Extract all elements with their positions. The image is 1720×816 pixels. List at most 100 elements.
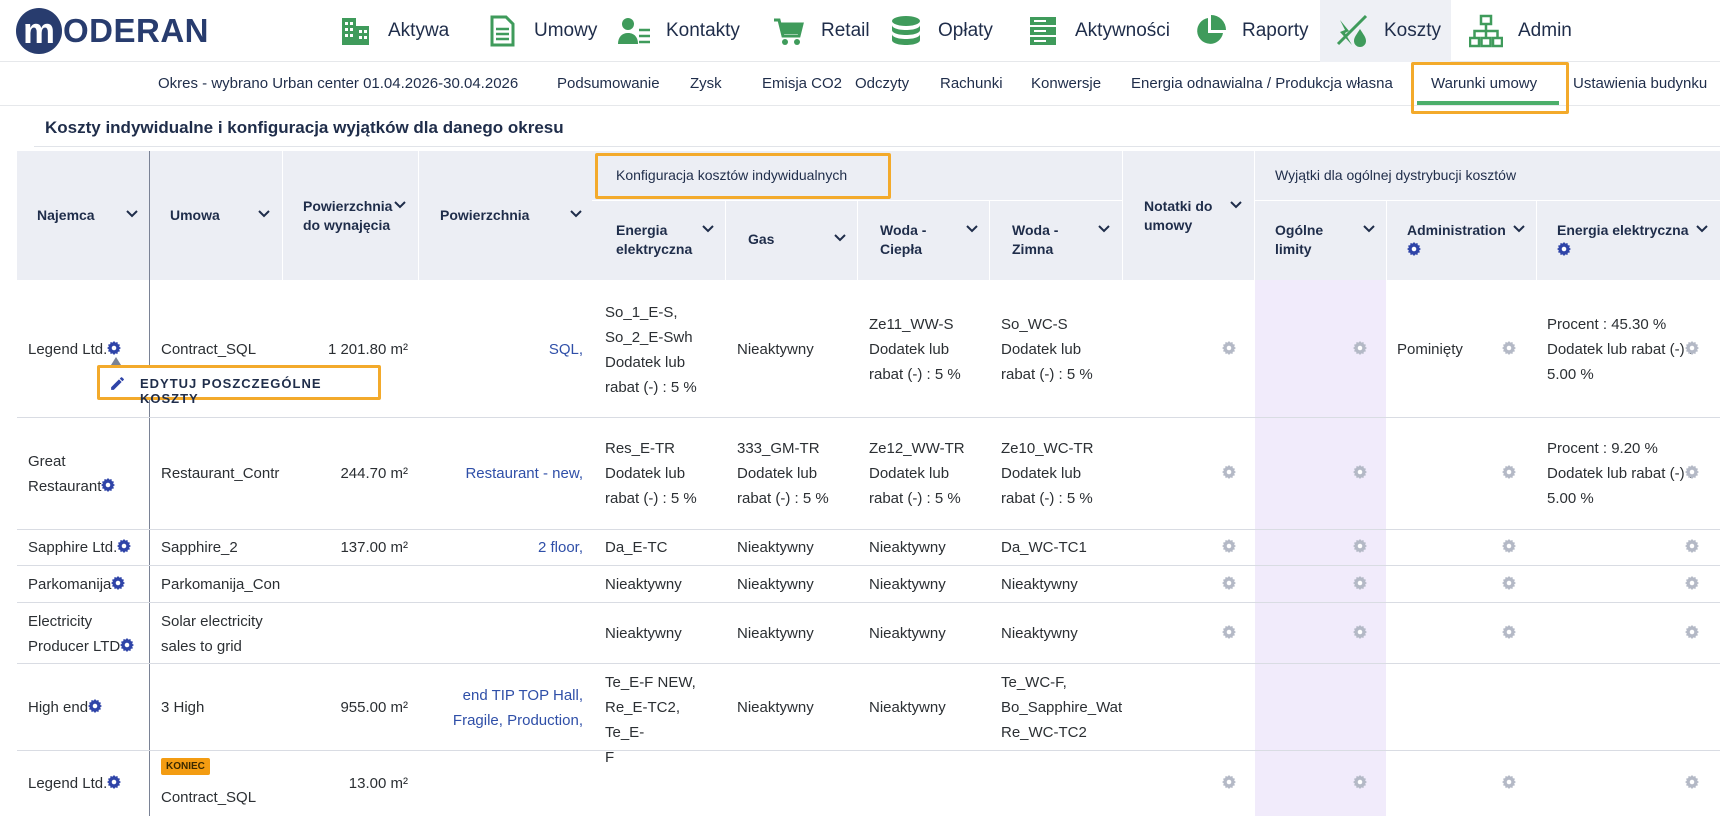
settings-gear-icon[interactable] bbox=[1502, 625, 1516, 639]
gear-icon[interactable] bbox=[107, 341, 122, 355]
gear-icon[interactable] bbox=[101, 478, 116, 492]
tenant-name[interactable]: High end bbox=[28, 699, 88, 716]
tenant-name[interactable]: Great bbox=[28, 449, 115, 474]
settings-gear-icon[interactable] bbox=[1222, 775, 1236, 789]
nav-retail[interactable]: Retail bbox=[755, 0, 886, 62]
tenant-name[interactable]: Electricity bbox=[28, 609, 134, 634]
subnav-ustawienia-budynku[interactable]: Ustawienia budynku bbox=[1573, 75, 1707, 92]
settings-gear-icon[interactable] bbox=[1502, 775, 1516, 789]
nav-aktywnosci[interactable]: Aktywności bbox=[1009, 0, 1186, 62]
settings-gear-icon[interactable] bbox=[1685, 465, 1699, 479]
subnav-rachunki[interactable]: Rachunki bbox=[940, 75, 1003, 92]
tenant-name[interactable]: Legend Ltd. bbox=[28, 341, 107, 358]
contract-name[interactable]: Contract_SQL bbox=[161, 785, 256, 810]
col-header-ogolne-limity[interactable]: Ogólne limity bbox=[1275, 221, 1345, 259]
chevron-down-icon[interactable] bbox=[570, 210, 582, 219]
col-header-powierzchnia[interactable]: Powierzchnia bbox=[440, 206, 529, 225]
settings-gear-icon[interactable] bbox=[1502, 576, 1516, 590]
settings-gear-icon[interactable] bbox=[1685, 625, 1699, 639]
tenant-name[interactable]: Restaurant bbox=[28, 478, 101, 495]
contract-name[interactable]: Parkomanija_Con bbox=[161, 572, 281, 597]
settings-gear-icon[interactable] bbox=[1353, 775, 1367, 789]
period-selector[interactable]: Okres - wybrano Urban center 01.04.2026-… bbox=[158, 75, 518, 92]
chevron-down-icon[interactable] bbox=[394, 201, 406, 210]
settings-gear-icon[interactable] bbox=[1222, 539, 1236, 553]
subnav-podsumowanie[interactable]: Podsumowanie bbox=[557, 75, 660, 92]
col-header-najemca[interactable]: Najemca bbox=[37, 206, 95, 225]
chevron-down-icon[interactable] bbox=[126, 210, 138, 219]
subnav-konwersje[interactable]: Konwersje bbox=[1031, 75, 1101, 92]
settings-gear-icon[interactable] bbox=[1502, 539, 1516, 553]
contract-name[interactable]: Contract_SQL bbox=[161, 337, 256, 362]
nav-aktywa[interactable]: Aktywa bbox=[322, 0, 465, 62]
area-link[interactable]: end TIP TOP Hall, Fragile, Production, bbox=[426, 683, 583, 733]
settings-gear-icon[interactable] bbox=[1353, 625, 1367, 639]
col-header-umowa[interactable]: Umowa bbox=[170, 206, 220, 225]
nav-kontakty[interactable]: Kontakty bbox=[600, 0, 756, 62]
settings-gear-icon[interactable] bbox=[1222, 341, 1236, 355]
nav-oplaty[interactable]: Opłaty bbox=[872, 0, 1009, 62]
settings-gear-icon[interactable] bbox=[1353, 539, 1367, 553]
col-header-notatki[interactable]: Notatki do umowy bbox=[1144, 197, 1234, 235]
gear-icon[interactable] bbox=[1407, 242, 1421, 256]
settings-gear-icon[interactable] bbox=[1685, 576, 1699, 590]
gear-icon[interactable] bbox=[111, 576, 126, 590]
col-header-ex-energia-elektryczna[interactable]: Energia elektryczna bbox=[1557, 221, 1689, 240]
administration-exception: Pominięty bbox=[1397, 341, 1463, 358]
subnav-zysk[interactable]: Zysk bbox=[690, 75, 722, 92]
settings-gear-icon[interactable] bbox=[1502, 341, 1516, 355]
settings-gear-icon[interactable] bbox=[1353, 341, 1367, 355]
settings-gear-icon[interactable] bbox=[1353, 576, 1367, 590]
settings-gear-icon[interactable] bbox=[1222, 465, 1236, 479]
chevron-down-icon[interactable] bbox=[834, 234, 846, 243]
subnav-odczyty[interactable]: Odczyty bbox=[855, 75, 909, 92]
nav-admin[interactable]: Admin bbox=[1452, 0, 1588, 62]
chevron-down-icon[interactable] bbox=[702, 225, 714, 234]
gear-icon[interactable] bbox=[107, 775, 122, 789]
chevron-down-icon[interactable] bbox=[1513, 225, 1525, 234]
gear-icon[interactable] bbox=[120, 638, 135, 652]
area-link[interactable]: Restaurant - new, bbox=[426, 461, 583, 486]
chevron-down-icon[interactable] bbox=[258, 210, 270, 219]
settings-gear-icon[interactable] bbox=[1222, 576, 1236, 590]
area-link[interactable]: SQL, bbox=[426, 337, 583, 362]
chevron-down-icon[interactable] bbox=[1696, 225, 1708, 234]
col-header-woda-zimna[interactable]: Woda - Zimna bbox=[1012, 221, 1072, 259]
settings-gear-icon[interactable] bbox=[1353, 465, 1367, 479]
gear-icon[interactable] bbox=[117, 539, 132, 553]
tenant-name[interactable]: Parkomanija bbox=[28, 576, 111, 593]
chevron-down-icon[interactable] bbox=[1363, 225, 1375, 234]
area-link[interactable]: 2 floor, bbox=[426, 535, 583, 560]
tenant-name[interactable]: Producer LTD bbox=[28, 638, 120, 655]
tenant-name[interactable]: Sapphire Ltd. bbox=[28, 539, 117, 556]
gear-icon[interactable] bbox=[1557, 242, 1571, 256]
tenant-name[interactable]: Legend Ltd. bbox=[28, 775, 107, 792]
col-header-woda-ciepla[interactable]: Woda - Ciepła bbox=[880, 221, 940, 259]
nav-koszty[interactable]: Koszty bbox=[1320, 0, 1451, 62]
settings-gear-icon[interactable] bbox=[1685, 775, 1699, 789]
chevron-down-icon[interactable] bbox=[1098, 225, 1110, 234]
col-header-energia-elektryczna[interactable]: Energia elektryczna bbox=[616, 221, 701, 259]
contract-name[interactable]: Sapphire_2 bbox=[161, 535, 238, 560]
chevron-down-icon[interactable] bbox=[966, 225, 978, 234]
col-header-powierzchnia-do-wynajecia[interactable]: Powierzchnia do wynajęcia bbox=[303, 197, 399, 235]
col-header-gas[interactable]: Gas bbox=[748, 230, 774, 249]
contract-name[interactable]: Solar electricity sales to grid bbox=[161, 609, 263, 659]
gas-config: Nieaktywny bbox=[737, 539, 814, 556]
subnav-energia-odnawialna[interactable]: Energia odnawialna / Produkcja własna bbox=[1131, 75, 1393, 92]
contract-name[interactable]: Restaurant_Contr bbox=[161, 461, 281, 486]
nav-raporty[interactable]: Raporty bbox=[1176, 0, 1325, 62]
nav-umowy[interactable]: Umowy bbox=[468, 0, 613, 62]
settings-gear-icon[interactable] bbox=[1685, 539, 1699, 553]
electricity-config: Te_E-F NEW, Re_E-TC2, Te_E- F bbox=[605, 670, 723, 770]
contract-name[interactable]: 3 High bbox=[161, 695, 204, 720]
gear-icon[interactable] bbox=[88, 699, 103, 713]
col-header-administration[interactable]: Administration bbox=[1407, 221, 1506, 240]
settings-gear-icon[interactable] bbox=[1502, 465, 1516, 479]
settings-gear-icon[interactable] bbox=[1685, 341, 1699, 355]
settings-gear-icon[interactable] bbox=[1222, 625, 1236, 639]
chevron-down-icon[interactable] bbox=[1230, 201, 1242, 210]
subnav-emisja-co2[interactable]: Emisja CO2 bbox=[762, 75, 842, 92]
moderan-logo[interactable]: m ODERAN bbox=[16, 7, 209, 55]
edit-individual-costs-button[interactable]: EDYTUJ POSZCZEGÓLNE KOSZTY bbox=[97, 365, 381, 406]
